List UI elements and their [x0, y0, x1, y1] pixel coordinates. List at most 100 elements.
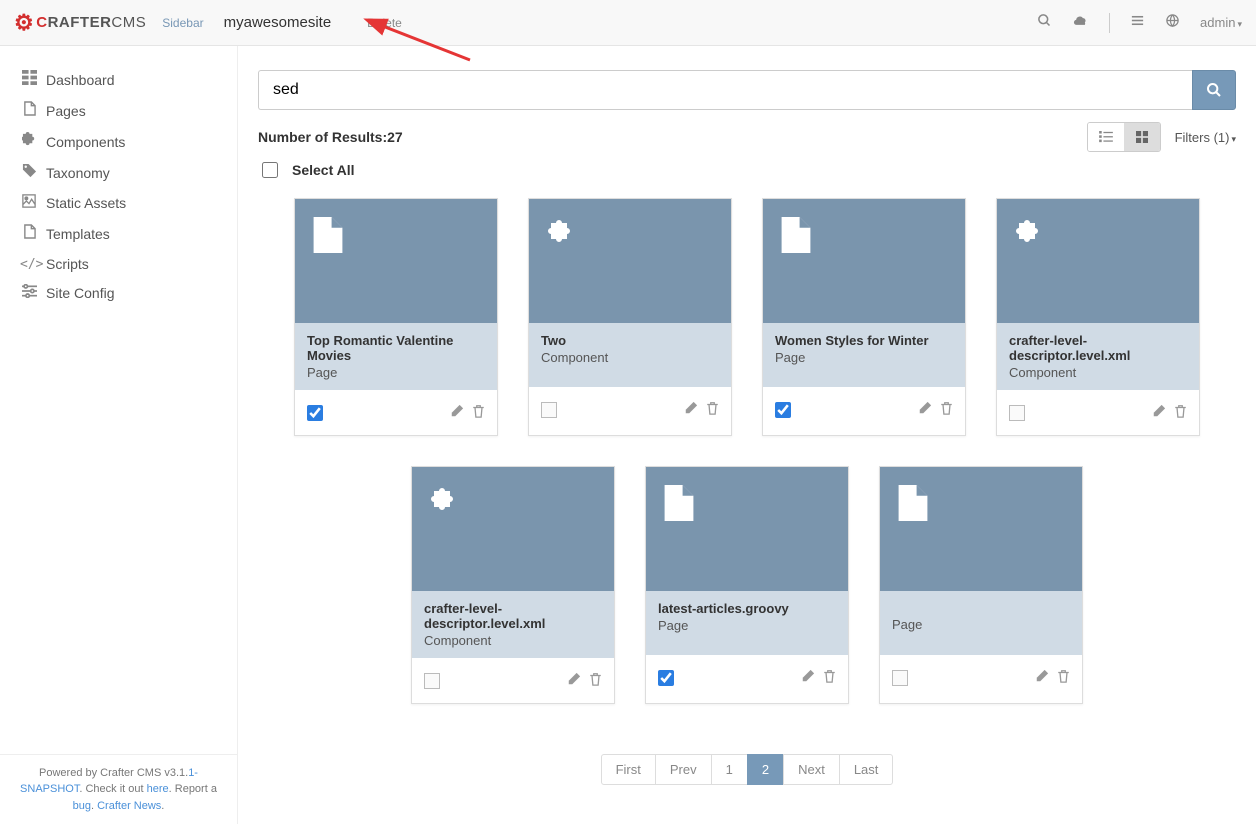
sidebar-item-pages[interactable]: Pages: [16, 95, 221, 126]
sliders-icon: [20, 284, 38, 302]
delete-button[interactable]: Delete: [367, 16, 402, 30]
page-first[interactable]: First: [601, 754, 656, 785]
sidebar-item-dashboard[interactable]: Dashboard: [16, 64, 221, 95]
trash-icon[interactable]: [472, 404, 485, 421]
sidebar-toggle[interactable]: Sidebar: [162, 16, 203, 30]
page-prev[interactable]: Prev: [655, 754, 712, 785]
card-type: Component: [1009, 365, 1187, 380]
search-input[interactable]: [258, 70, 1192, 110]
sidebar-footer: Powered by Crafter CMS v3.1.1-SNAPSHOT. …: [0, 754, 237, 824]
card-preview[interactable]: [880, 467, 1082, 591]
card-checkbox[interactable]: [658, 670, 674, 686]
trash-icon[interactable]: [1174, 404, 1187, 421]
card-actions: [295, 390, 497, 435]
result-card: TwoComponent: [528, 198, 732, 436]
filters-button[interactable]: Filters (1): [1175, 130, 1236, 145]
result-card: latest-articles.groovyPage: [645, 466, 849, 704]
list-view-button[interactable]: [1088, 123, 1124, 151]
sidebar-item-scripts[interactable]: </>Scripts: [16, 249, 221, 278]
page-2[interactable]: 2: [747, 754, 784, 785]
card-title: Women Styles for Winter: [775, 333, 953, 348]
sidebar-item-components[interactable]: Components: [16, 126, 221, 157]
result-card: Women Styles for Winter Page: [762, 198, 966, 436]
result-card: crafter-level-descriptor.level.xmlCompon…: [996, 198, 1200, 436]
card-checkbox[interactable]: [1009, 405, 1025, 421]
card-preview[interactable]: [295, 199, 497, 323]
gear-icon: ⚙: [14, 10, 34, 36]
card-info: Top Romantic Valentine Movies Page: [295, 323, 497, 390]
card-actions: [763, 387, 965, 432]
page-next[interactable]: Next: [783, 754, 840, 785]
results-label: Number of Results:: [258, 129, 387, 145]
divider: [1109, 13, 1110, 33]
search-button[interactable]: [1192, 70, 1236, 110]
page-1[interactable]: 1: [711, 754, 748, 785]
sidebar-item-site-config[interactable]: Site Config: [16, 278, 221, 308]
grid-view-button[interactable]: [1124, 123, 1160, 151]
edit-icon[interactable]: [450, 404, 464, 421]
topbar: ⚙ CRAFTERCMS Sidebar myawesomesite Delet…: [0, 0, 1256, 46]
tag-icon: [20, 163, 38, 182]
menu-icon[interactable]: [1130, 13, 1145, 33]
card-preview[interactable]: [412, 467, 614, 591]
card-actions: [412, 658, 614, 703]
news-link[interactable]: Crafter News: [97, 800, 161, 812]
sidebar-item-templates[interactable]: Templates: [16, 218, 221, 249]
card-info: Women Styles for Winter Page: [763, 323, 965, 387]
globe-icon[interactable]: [1165, 13, 1180, 33]
here-link[interactable]: here: [147, 783, 169, 795]
sidebar-item-static-assets[interactable]: Static Assets: [16, 188, 221, 218]
card-title: Two: [541, 333, 719, 348]
trash-icon[interactable]: [706, 401, 719, 418]
card-checkbox[interactable]: [541, 402, 557, 418]
search-row: [258, 70, 1236, 110]
card-title: Top Romantic Valentine Movies: [307, 333, 485, 363]
card-type: Component: [424, 633, 602, 648]
card-type: Page: [775, 350, 953, 365]
card-title: crafter-level-descriptor.level.xml: [424, 601, 602, 631]
file-icon: [20, 224, 38, 243]
card-actions: [646, 655, 848, 700]
trash-icon[interactable]: [589, 672, 602, 689]
card-type: Page: [892, 617, 1070, 632]
edit-icon[interactable]: [918, 401, 932, 418]
edit-icon[interactable]: [1035, 669, 1049, 686]
card-checkbox[interactable]: [775, 402, 791, 418]
page-last[interactable]: Last: [839, 754, 894, 785]
view-toggle: [1087, 122, 1161, 152]
card-type: Page: [307, 365, 485, 380]
trash-icon[interactable]: [823, 669, 836, 686]
trash-icon[interactable]: [940, 401, 953, 418]
edit-icon[interactable]: [567, 672, 581, 689]
card-checkbox[interactable]: [892, 670, 908, 686]
edit-icon[interactable]: [684, 401, 698, 418]
card-preview[interactable]: [529, 199, 731, 323]
search-icon[interactable]: [1037, 13, 1052, 33]
card-preview[interactable]: [763, 199, 965, 323]
card-type: Page: [658, 618, 836, 633]
dashboard-icon: [20, 70, 38, 89]
card-checkbox[interactable]: [307, 405, 323, 421]
card-actions: [880, 655, 1082, 700]
edit-icon[interactable]: [1152, 404, 1166, 421]
card-info: crafter-level-descriptor.level.xmlCompon…: [997, 323, 1199, 390]
edit-icon[interactable]: [801, 669, 815, 686]
result-card: Top Romantic Valentine Movies Page: [294, 198, 498, 436]
card-actions: [997, 390, 1199, 435]
admin-dropdown[interactable]: admin: [1200, 15, 1242, 30]
card-info: crafter-level-descriptor.level.xml Compon…: [412, 591, 614, 658]
select-all-checkbox[interactable]: [262, 162, 278, 178]
cloud-icon[interactable]: [1072, 13, 1089, 33]
card-actions: [529, 387, 731, 432]
logo[interactable]: ⚙ CRAFTERCMS: [14, 10, 146, 36]
sidebar-item-taxonomy[interactable]: Taxonomy: [16, 157, 221, 188]
card-checkbox[interactable]: [424, 673, 440, 689]
card-preview[interactable]: [997, 199, 1199, 323]
card-preview[interactable]: [646, 467, 848, 591]
bug-link[interactable]: bug: [73, 800, 91, 812]
pagination: FirstPrev12NextLast: [258, 754, 1236, 785]
main-content: Number of Results: 27 Filters (1) Select…: [238, 46, 1256, 824]
select-all[interactable]: Select All: [258, 162, 1236, 178]
file-icon: [20, 101, 38, 120]
trash-icon[interactable]: [1057, 669, 1070, 686]
